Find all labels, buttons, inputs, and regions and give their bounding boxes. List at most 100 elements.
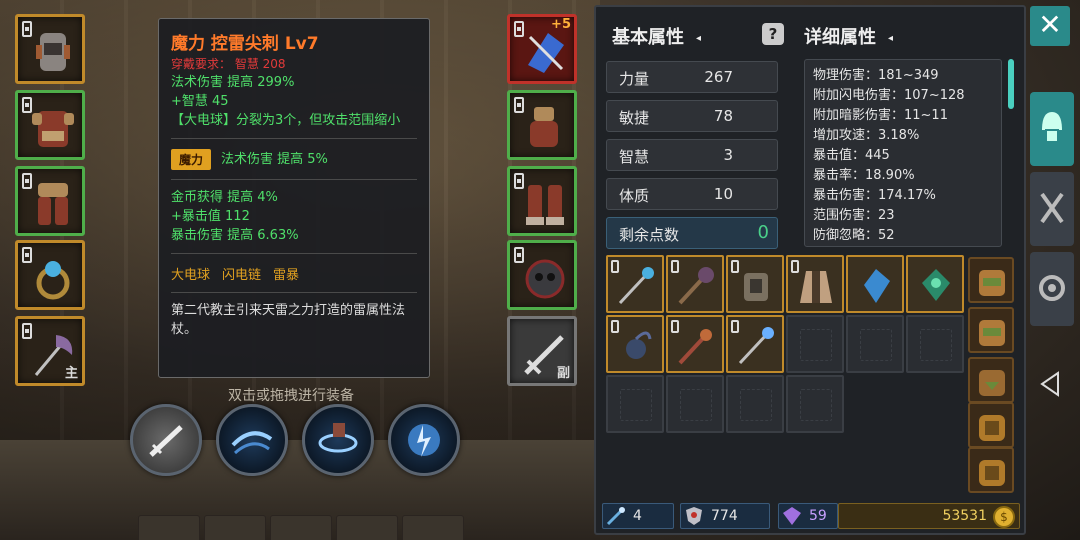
skill-slot-chain-lightning[interactable] [302, 404, 374, 476]
skill-slot-attack[interactable] [130, 404, 202, 476]
equip-slot-off-weapon[interactable]: 副 [507, 316, 577, 386]
tab-settings[interactable] [1030, 252, 1074, 326]
divider [171, 253, 417, 254]
armor-icon [744, 273, 768, 301]
equip-slot-ring[interactable] [15, 240, 85, 310]
inventory-slot-empty[interactable] [726, 375, 784, 433]
inventory-slot-empty[interactable] [906, 315, 964, 373]
emerald-amulet-icon [922, 269, 950, 301]
stat-wisdom[interactable]: 智慧 3 [606, 139, 778, 171]
inventory-slot-empty[interactable] [786, 375, 844, 433]
bag-tab-1[interactable] [968, 257, 1014, 303]
expand-arrow-icon[interactable]: ◂ [696, 33, 701, 44]
off-hand-tag: 副 [556, 366, 570, 381]
remaining-points: 剩余点数 0 [606, 217, 778, 249]
shield-icon [686, 507, 702, 525]
inventory-slot-empty[interactable] [666, 375, 724, 433]
crystal-icon [864, 269, 890, 303]
divider [171, 292, 417, 293]
tab-skills[interactable] [1030, 172, 1074, 246]
equip-slot-gloves[interactable] [507, 90, 577, 160]
bag-tab-4[interactable] [968, 402, 1014, 448]
detail-attributes-list[interactable]: 物理伤害：181~349 附加闪电伤害：107~128 附加暗影伤害：11~11… [804, 59, 1002, 247]
skill-slot-lightning-orb[interactable] [216, 404, 288, 476]
help-icon[interactable]: ? [762, 23, 784, 45]
enchant-stat: 法术伤害 提高 5% [221, 151, 328, 167]
inventory-slot[interactable] [846, 255, 904, 313]
skill-name: 大电球 [171, 267, 211, 283]
inventory-slot[interactable] [606, 315, 664, 373]
backpack-icon [979, 415, 1005, 441]
tab-equipment[interactable] [1030, 92, 1074, 166]
detail-line: 暴击伤害：174.17% [813, 188, 936, 203]
skill-name: 闪电链 [222, 267, 262, 283]
detail-scrollbar[interactable] [1008, 59, 1014, 109]
stat-label: 力量 [619, 70, 650, 88]
equip-slot-main-weapon[interactable]: 主 [15, 316, 85, 386]
detail-line: 防御忽略：52 [813, 228, 895, 243]
detail-line: 暴击值：445 [813, 148, 890, 163]
wand-icon [606, 507, 625, 526]
skill-slot-thunderstorm[interactable] [388, 404, 460, 476]
sword-icon [149, 425, 183, 457]
equip-slot-legs[interactable] [15, 166, 85, 236]
gem-count: 59 [809, 508, 827, 524]
wand-icon [678, 329, 712, 365]
svg-text:$: $ [1000, 510, 1008, 524]
item-stat: +暴击值 112 [171, 209, 250, 224]
chain-lightning-icon [318, 423, 358, 453]
stat-value: 3 [723, 146, 733, 164]
stat-constitution[interactable]: 体质 10 [606, 178, 778, 210]
character-stats-panel: 基本属性 ◂ ? 详细属性 ◂ 力量 267 敏捷 78 智慧 3 体质 10 … [594, 5, 1026, 535]
gold-coin-icon: $ [993, 506, 1015, 528]
item-stat: +智慧 45 [171, 94, 229, 109]
inventory-slot[interactable] [906, 255, 964, 313]
inventory-slot[interactable] [726, 255, 784, 313]
backpack-icon [979, 460, 1005, 486]
crystal-amulet-icon [528, 33, 564, 73]
mace-icon [678, 267, 714, 305]
inventory-slot-empty[interactable] [846, 315, 904, 373]
item-skills: 大电球 闪电链 雷暴 [171, 262, 417, 284]
chest-armor-icon [32, 111, 74, 147]
inventory-slot-empty[interactable] [606, 375, 664, 433]
inventory-slot[interactable] [666, 255, 724, 313]
detail-line: 暴击率：18.90% [813, 168, 915, 183]
stat-label: 体质 [619, 187, 650, 205]
floor-tile [138, 515, 200, 540]
floor-tile [204, 515, 266, 540]
bag-tab-2[interactable] [968, 307, 1014, 353]
main-hand-tag: 主 [64, 366, 78, 381]
equip-slot-ring-2[interactable] [507, 240, 577, 310]
enchant-row: 魔力 法术伤害 提高 5% [171, 147, 417, 171]
equip-slot-chest[interactable] [15, 90, 85, 160]
floor-tile [270, 515, 332, 540]
back-triangle-icon[interactable] [1038, 370, 1062, 398]
gloves-icon [530, 107, 558, 147]
floor-tile [336, 515, 398, 540]
points-label: 剩余点数 [619, 226, 680, 244]
gear-icon [1039, 275, 1065, 301]
inventory-slot[interactable] [606, 255, 664, 313]
inventory-slot[interactable] [786, 255, 844, 313]
detail-line: 物理伤害：181~349 [813, 68, 939, 83]
divider [171, 179, 417, 180]
stat-strength[interactable]: 力量 267 [606, 61, 778, 93]
bag-tab-3[interactable] [968, 357, 1014, 403]
stat-value: 10 [713, 185, 733, 203]
crossed-swords-icon [1040, 192, 1064, 224]
inventory-slot[interactable] [666, 315, 724, 373]
equip-slot-boots[interactable] [507, 166, 577, 236]
skill-name: 雷暴 [273, 267, 300, 283]
close-button[interactable]: ✕ [1030, 6, 1070, 46]
helmet-icon [36, 33, 70, 71]
stat-agility[interactable]: 敏捷 78 [606, 100, 778, 132]
equip-slot-amulet[interactable]: +5 [507, 14, 577, 84]
equip-slot-helmet[interactable] [15, 14, 85, 84]
skull-ring-icon [525, 259, 565, 299]
stat-value: 78 [713, 107, 733, 125]
bag-tab-5[interactable] [968, 447, 1014, 493]
inventory-slot-empty[interactable] [786, 315, 844, 373]
inventory-slot[interactable] [726, 315, 784, 373]
expand-arrow-icon[interactable]: ◂ [888, 33, 893, 44]
